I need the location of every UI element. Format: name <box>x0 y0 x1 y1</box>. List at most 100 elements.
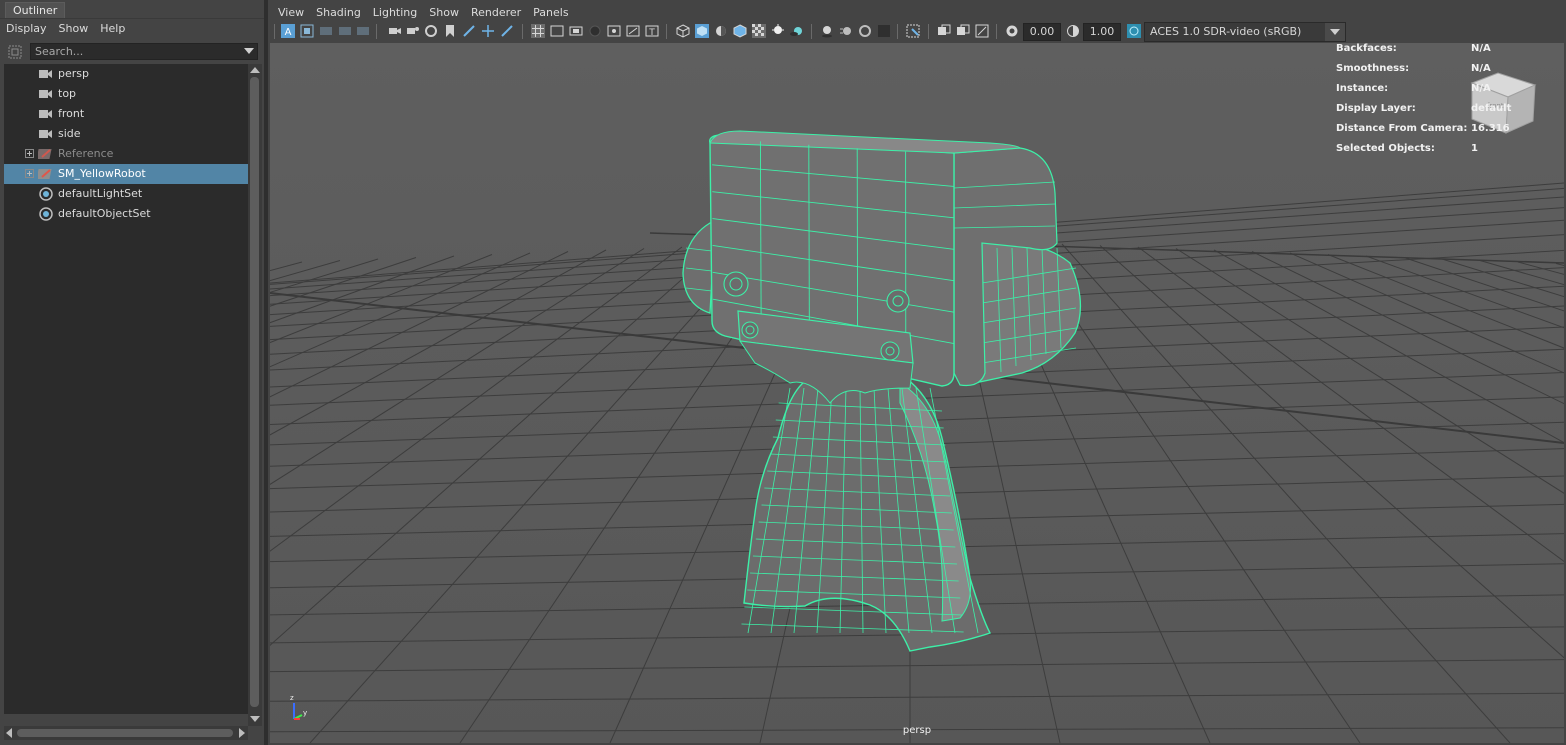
gamma-icon[interactable] <box>1066 24 1080 38</box>
screen-space-ao-icon[interactable] <box>820 24 834 38</box>
scroll-up-icon[interactable] <box>250 67 260 73</box>
tree-item-side[interactable]: side <box>4 124 248 144</box>
transform-icon <box>38 169 52 179</box>
search-input[interactable] <box>30 43 258 60</box>
tree-item-front[interactable]: front <box>4 104 248 124</box>
tree-item-label: defaultObjectSet <box>58 207 151 220</box>
outliner-tab[interactable]: Outliner <box>5 2 66 19</box>
field-chart-icon[interactable] <box>607 24 621 38</box>
svg-text:A: A <box>285 27 292 38</box>
menu-show[interactable]: Show <box>53 19 95 38</box>
depth-of-field-icon[interactable] <box>877 24 891 38</box>
tree-item-reference[interactable]: Reference <box>4 144 248 164</box>
grease-pencil-icon[interactable] <box>462 24 476 38</box>
smooth-shade-icon[interactable] <box>695 24 709 38</box>
menu-shading[interactable]: Shading <box>310 3 367 22</box>
bookmark-flag-icon[interactable] <box>443 24 457 38</box>
menu-help[interactable]: Help <box>94 19 131 38</box>
camera-name-label: persp <box>902 725 932 736</box>
xray-icon[interactable] <box>752 24 766 38</box>
toolbar-separator <box>928 24 929 39</box>
color-management-select[interactable]: ACES 1.0 SDR-video (sRGB) <box>1144 22 1346 42</box>
head-wire-line <box>808 144 810 346</box>
tree-item-defaultobjectset[interactable]: defaultObjectSet <box>4 204 248 224</box>
tree-item-label: side <box>58 127 81 140</box>
filter-icon[interactable] <box>8 45 22 59</box>
move-pivot-icon[interactable] <box>481 24 495 38</box>
resolution-gate-icon[interactable] <box>569 24 583 38</box>
lock-camera-icon[interactable] <box>406 24 420 38</box>
tree-item-persp[interactable]: persp <box>4 64 248 84</box>
menu-show[interactable]: Show <box>423 3 465 22</box>
hud-toggle-icon[interactable] <box>975 24 989 38</box>
motion-blur-icon[interactable] <box>839 24 853 38</box>
bolt-right <box>886 289 910 313</box>
toolbar-separator <box>274 24 275 39</box>
toolbar-separator <box>522 24 523 39</box>
tree-item-top[interactable]: top <box>4 84 248 104</box>
expand-icon[interactable] <box>25 149 34 158</box>
tree-item-defaultlightset[interactable]: defaultLightSet <box>4 184 248 204</box>
bookmark-icon[interactable] <box>319 24 333 38</box>
menu-renderer[interactable]: Renderer <box>465 3 527 22</box>
bolt-left <box>723 271 749 297</box>
3d-viewport[interactable]: front z y Backfaces: N/A Smoothness: N/A I… <box>270 43 1564 743</box>
shadows-icon[interactable] <box>790 24 804 38</box>
tree-item-label: SM_YellowRobot <box>58 167 146 180</box>
scroll-down-icon[interactable] <box>250 716 260 722</box>
hud-value: N/A <box>1471 63 1491 74</box>
tree-item-label: persp <box>58 67 89 80</box>
hud-key: Smoothness: <box>1336 63 1410 74</box>
exposure-field[interactable]: 0.00 <box>1023 23 1061 41</box>
default-material-icon[interactable] <box>714 24 728 38</box>
hud-value: N/A <box>1471 43 1491 54</box>
tree-item-label: top <box>58 87 77 100</box>
hud-key: Display Layer: <box>1336 103 1416 114</box>
expand-icon[interactable] <box>25 169 34 178</box>
menu-display[interactable]: Display <box>0 19 53 38</box>
set-icon <box>39 207 53 221</box>
viewport-panel: View Shading Lighting Show Renderer Panels A … <box>268 0 1566 745</box>
paint-brush-icon[interactable] <box>500 24 514 38</box>
anti-aliasing-icon[interactable] <box>858 24 872 38</box>
wireframe-on-shaded-icon[interactable] <box>733 24 747 38</box>
exposure-icon[interactable] <box>1005 24 1019 38</box>
film-gate-toggle-icon[interactable] <box>550 24 564 38</box>
chevron-down-icon[interactable] <box>1325 23 1345 41</box>
hud-value: N/A <box>1471 83 1491 94</box>
camera-attributes-icon[interactable] <box>300 24 314 38</box>
outliner-menubar: Display Show Help <box>0 19 264 38</box>
two-d-pan-icon[interactable] <box>356 24 370 38</box>
menu-panels[interactable]: Panels <box>527 3 574 22</box>
select-camera-icon[interactable]: A <box>281 24 295 38</box>
safe-action-icon[interactable] <box>626 24 640 38</box>
camera-icon[interactable] <box>388 24 402 38</box>
tree-item-sm-yellowrobot[interactable]: SM_YellowRobot <box>4 164 248 184</box>
wireframe-icon[interactable] <box>676 24 690 38</box>
lights-icon[interactable] <box>771 24 785 38</box>
grid-toggle-icon[interactable] <box>531 24 545 38</box>
scroll-right-icon[interactable] <box>239 728 245 738</box>
xray-joints-icon[interactable] <box>937 24 951 38</box>
search-dropdown-icon[interactable] <box>244 48 254 54</box>
xray-active-icon[interactable] <box>956 24 970 38</box>
vertical-scroll-thumb[interactable] <box>250 77 259 707</box>
toolbar-separator <box>811 24 812 39</box>
camera-icon <box>39 130 52 138</box>
isolate-select-icon[interactable] <box>906 24 920 38</box>
image-plane-icon[interactable] <box>338 24 352 38</box>
scroll-left-icon[interactable] <box>6 728 12 738</box>
menu-lighting[interactable]: Lighting <box>367 3 423 22</box>
toolbar-separator <box>376 24 377 39</box>
film-gate-icon[interactable] <box>424 24 438 38</box>
camera-icon <box>39 90 52 98</box>
viewport-menubar: View Shading Lighting Show Renderer Panels <box>272 3 575 21</box>
gamma-field[interactable]: 1.00 <box>1083 23 1121 41</box>
safe-title-icon[interactable]: T <box>645 24 659 38</box>
menu-view[interactable]: View <box>272 3 310 22</box>
horizontal-scroll-thumb[interactable] <box>17 729 233 737</box>
outliner-panel: Outliner DisplayShowHelp persp top front… <box>0 0 264 745</box>
color-management-icon[interactable] <box>1127 24 1141 38</box>
gate-mask-icon[interactable] <box>588 24 602 38</box>
hud-key: Instance: <box>1336 83 1389 94</box>
